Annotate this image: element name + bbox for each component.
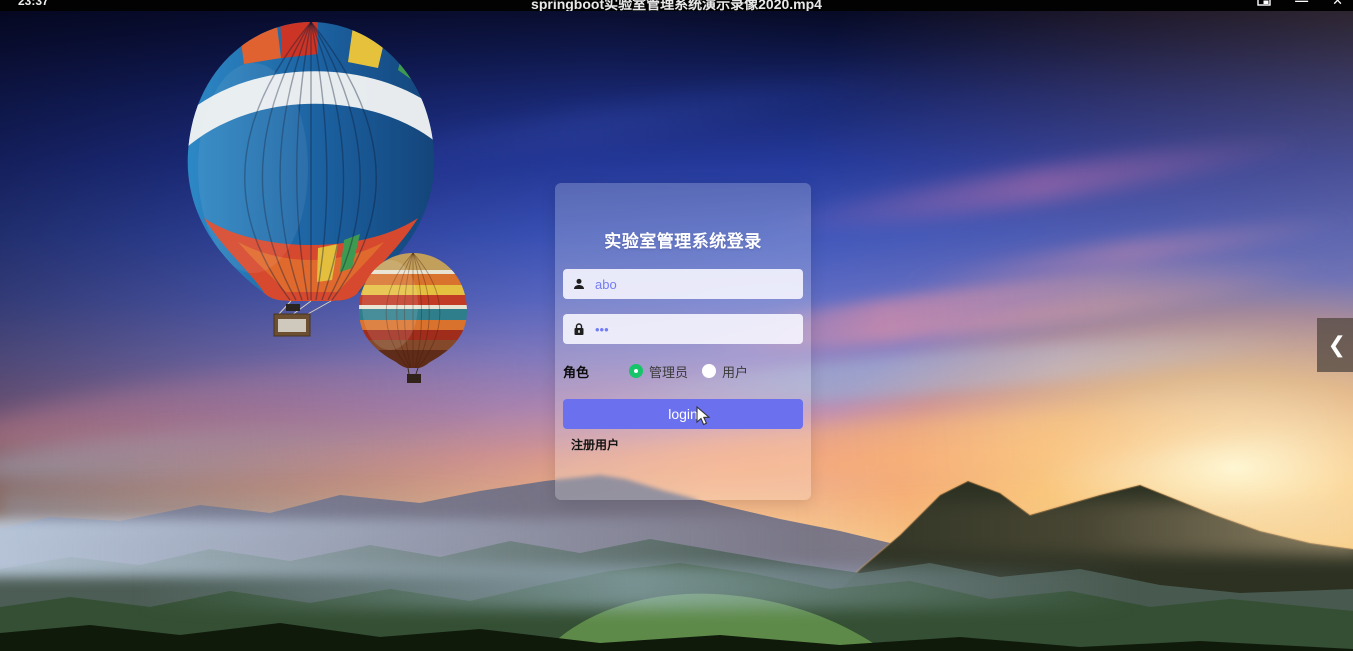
- window-controls: — ✕: [1257, 0, 1343, 8]
- fog-band: [135, 567, 1136, 609]
- mouse-cursor: [696, 406, 712, 426]
- role-option-admin[interactable]: 管理员: [629, 362, 688, 381]
- radio-unselected-icon[interactable]: [702, 364, 716, 378]
- balloon-basket: [278, 301, 331, 315]
- login-title: 实验室管理系统登录: [555, 227, 811, 252]
- password-field[interactable]: [563, 314, 803, 344]
- hot-air-balloon-small: [352, 250, 478, 384]
- login-button[interactable]: login: [563, 399, 803, 429]
- password-input[interactable]: [593, 321, 793, 338]
- role-selector: 角色 管理员 用户: [563, 363, 803, 379]
- username-input[interactable]: [593, 276, 793, 293]
- video-titlebar: 23:37 springboot实验室管理系统演示录像2020.mp4 — ✕: [0, 0, 1353, 11]
- role-option-label: 用户: [722, 362, 748, 381]
- close-button[interactable]: ✕: [1332, 0, 1343, 8]
- side-panel-toggle[interactable]: ❮: [1317, 318, 1353, 372]
- fog-band: [795, 501, 1353, 555]
- video-title: springboot实验室管理系统演示录像2020.mp4: [0, 0, 1353, 11]
- role-option-label: 管理员: [649, 362, 688, 381]
- chevron-left-icon: ❮: [1328, 332, 1346, 358]
- minimize-button[interactable]: —: [1295, 0, 1308, 8]
- lock-icon: [573, 323, 585, 336]
- register-link[interactable]: 注册用户: [571, 436, 619, 453]
- role-label: 角色: [563, 362, 589, 381]
- role-option-user[interactable]: 用户: [702, 362, 748, 381]
- username-field[interactable]: [563, 269, 803, 299]
- video-player-frame: 实验室管理系统登录 角色 管理员 用户: [0, 0, 1353, 651]
- pip-icon[interactable]: [1257, 0, 1271, 7]
- radio-selected-icon[interactable]: [629, 364, 643, 378]
- user-icon: [573, 278, 585, 290]
- login-card: 实验室管理系统登录 角色 管理员 用户: [555, 183, 811, 500]
